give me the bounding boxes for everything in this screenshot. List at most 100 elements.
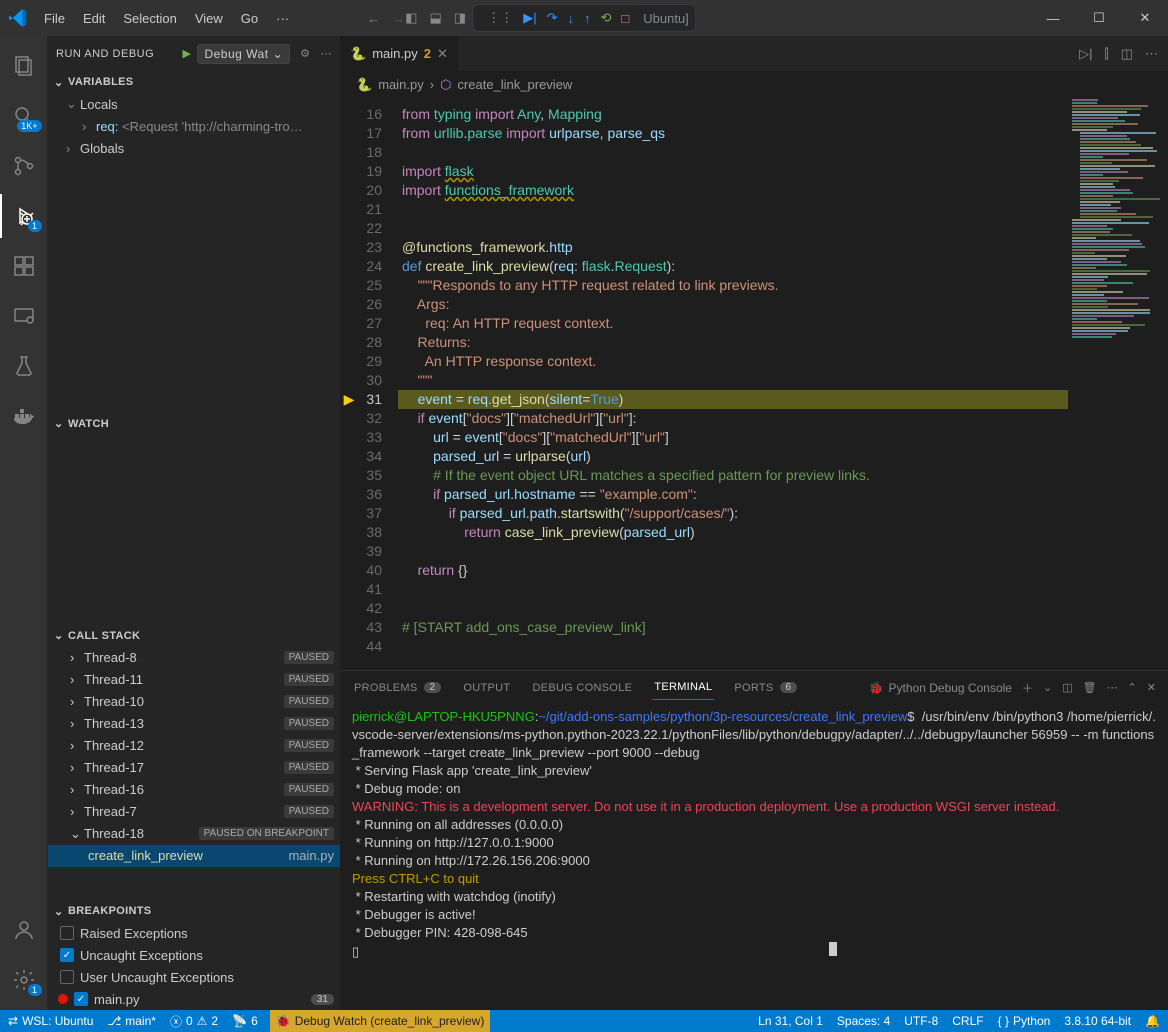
panel-more-icon[interactable]: ⋯	[1107, 681, 1118, 694]
sb-launch[interactable]: 🐞Debug Watch (create_link_preview)	[270, 1010, 491, 1032]
split-terminal-icon[interactable]: ◫	[1062, 681, 1072, 694]
sb-ports[interactable]: 📡6	[232, 1014, 258, 1028]
activity-remote[interactable]	[0, 294, 48, 338]
tab-debug-console[interactable]: DEBUG CONSOLE	[530, 676, 634, 700]
callstack-thread[interactable]: ›Thread-8PAUSED	[48, 647, 340, 669]
sb-encoding[interactable]: UTF-8	[904, 1014, 938, 1028]
close-button[interactable]: ✕	[1122, 0, 1168, 36]
nav-back-icon[interactable]: ←	[367, 11, 380, 26]
sb-position[interactable]: Ln 31, Col 1	[758, 1014, 823, 1028]
command-center[interactable]: ⋮⋮ ▶| ↷ ↓ ↑ ⟲ □ Ubuntu]	[472, 4, 696, 32]
new-terminal-icon[interactable]: ＋	[1022, 680, 1033, 696]
close-panel-icon[interactable]: ✕	[1147, 681, 1156, 694]
maximize-button[interactable]: ☐	[1076, 0, 1122, 36]
editor[interactable]: ▶ 16171819202122232425262728293031323334…	[340, 99, 1168, 670]
panel: PROBLEMS2 OUTPUT DEBUG CONSOLE TERMINAL …	[340, 670, 1168, 1010]
activity-explorer[interactable]	[0, 44, 48, 88]
error-icon: ⓧ	[170, 1013, 182, 1030]
sb-problems[interactable]: ⓧ0⚠2	[170, 1013, 218, 1030]
editor-tab-main[interactable]: 🐍 main.py 2 ✕	[340, 36, 459, 71]
activity-scm[interactable]	[0, 144, 48, 188]
sb-language[interactable]: { }Python	[998, 1014, 1051, 1028]
diff-icon[interactable]: ⫿	[1105, 46, 1109, 62]
open-launch-json-icon[interactable]: ⚙	[300, 47, 310, 60]
breakpoints-list: Raised Exceptions ✓Uncaught Exceptions U…	[48, 922, 340, 1010]
scope-globals[interactable]: ›Globals	[48, 137, 340, 159]
terminal-profile-dropdown[interactable]: 🐞Python Debug Console	[869, 681, 1012, 695]
close-tab-icon[interactable]: ✕	[437, 46, 448, 62]
code-content[interactable]: from typing import Any, Mappingfrom urll…	[398, 99, 1068, 670]
breakpoints-section[interactable]: ⌄BREAKPOINTS	[48, 900, 340, 922]
run-file-icon[interactable]: ▷|	[1079, 46, 1092, 62]
launch-config-dropdown[interactable]: Debug Wat⌄	[197, 44, 290, 64]
debug-icon: 🐞	[869, 681, 884, 695]
maximize-panel-icon[interactable]: ⌃	[1128, 681, 1137, 694]
sb-notifications[interactable]: 🔔	[1145, 1014, 1160, 1028]
breadcrumbs[interactable]: 🐍 main.py › ⬡ create_link_preview	[340, 71, 1168, 99]
callstack-thread[interactable]: ›Thread-17PAUSED	[48, 757, 340, 779]
bp-uncaught[interactable]: ✓Uncaught Exceptions	[48, 944, 340, 966]
kill-terminal-icon[interactable]: 🗑	[1083, 681, 1097, 694]
tab-problems[interactable]: PROBLEMS2	[352, 676, 443, 700]
sb-branch[interactable]: ⎇main*	[107, 1014, 156, 1028]
watch-section[interactable]: ⌄WATCH	[48, 413, 340, 435]
callstack-thread[interactable]: ⌄Thread-18PAUSED ON BREAKPOINT	[48, 823, 340, 845]
debug-continue-icon[interactable]: ▶|	[523, 10, 536, 26]
callstack-frame[interactable]: create_link_previewmain.py	[48, 845, 340, 867]
debug-step-out-icon[interactable]: ↑	[584, 11, 591, 26]
menu-selection[interactable]: Selection	[115, 7, 184, 30]
bp-raised[interactable]: Raised Exceptions	[48, 922, 340, 944]
vscode-logo-icon	[0, 9, 36, 27]
sb-eol[interactable]: CRLF	[952, 1014, 983, 1028]
nav-fwd-icon[interactable]: →	[392, 11, 405, 26]
terminal-content[interactable]: pierrick@LAPTOP-HKU5PNNG:~/git/add-ons-s…	[340, 704, 1168, 1010]
callstack-thread[interactable]: ›Thread-16PAUSED	[48, 779, 340, 801]
menu-edit[interactable]: Edit	[75, 7, 113, 30]
minimize-button[interactable]: ―	[1030, 0, 1076, 36]
activity-bar: 1K+ 1 1	[0, 36, 48, 1010]
debug-restart-icon[interactable]: ⟲	[600, 10, 611, 26]
activity-settings[interactable]: 1	[0, 958, 48, 1002]
tab-ports[interactable]: PORTS6	[732, 676, 799, 700]
sb-spaces[interactable]: Spaces: 4	[837, 1014, 890, 1028]
debug-step-into-icon[interactable]: ↓	[567, 11, 574, 26]
activity-testing[interactable]	[0, 344, 48, 388]
sidebar-more-icon[interactable]: ⋯	[321, 47, 333, 60]
start-debug-icon[interactable]: ▶	[183, 47, 192, 60]
tab-output[interactable]: OUTPUT	[461, 676, 512, 700]
callstack-thread[interactable]: ›Thread-11PAUSED	[48, 669, 340, 691]
debug-step-over-icon[interactable]: ↷	[547, 10, 558, 26]
editor-more-icon[interactable]: ⋯	[1145, 46, 1158, 62]
scope-locals[interactable]: ⌄Locals	[48, 93, 340, 115]
callstack-thread[interactable]: ›Thread-10PAUSED	[48, 691, 340, 713]
debug-drag-icon[interactable]: ⋮⋮	[487, 10, 513, 26]
activity-account[interactable]	[0, 908, 48, 952]
callstack-section[interactable]: ⌄CALL STACK	[48, 625, 340, 647]
activity-docker[interactable]	[0, 394, 48, 438]
callstack-thread[interactable]: ›Thread-12PAUSED	[48, 735, 340, 757]
menu-more[interactable]: ···	[268, 7, 297, 30]
var-req[interactable]: ›req: <Request 'http://charming-tro…	[48, 115, 340, 137]
menu-view[interactable]: View	[187, 7, 231, 30]
tab-terminal[interactable]: TERMINAL	[652, 675, 714, 700]
split-editor-icon[interactable]: ◫	[1121, 46, 1133, 62]
callstack-thread[interactable]: ›Thread-13PAUSED	[48, 713, 340, 735]
sb-remote[interactable]: ⇄WSL: Ubuntu	[8, 1014, 93, 1028]
bp-file[interactable]: ✓main.py31	[48, 988, 340, 1010]
bp-user-uncaught[interactable]: User Uncaught Exceptions	[48, 966, 340, 988]
menu-file[interactable]: File	[36, 7, 73, 30]
activity-debug[interactable]: 1	[0, 194, 48, 238]
sb-interpreter[interactable]: 3.8.10 64-bit	[1064, 1014, 1131, 1028]
sidebar-title: RUN AND DEBUG ▶ Debug Wat⌄ ⚙ ⋯	[48, 36, 340, 71]
terminal-dropdown-icon[interactable]: ⌄	[1043, 681, 1052, 694]
minimap[interactable]	[1068, 99, 1168, 670]
layout-primary-icon[interactable]: ◧	[405, 10, 417, 26]
menu-go[interactable]: Go	[233, 7, 266, 30]
layout-panel-icon[interactable]: ⬓	[429, 10, 441, 26]
activity-search[interactable]: 1K+	[0, 94, 48, 138]
activity-extensions[interactable]	[0, 244, 48, 288]
variables-section[interactable]: ⌄VARIABLES	[48, 71, 340, 93]
callstack-thread[interactable]: ›Thread-7PAUSED	[48, 801, 340, 823]
debug-stop-icon[interactable]: □	[621, 11, 629, 26]
layout-secondary-icon[interactable]: ◨	[454, 10, 466, 26]
